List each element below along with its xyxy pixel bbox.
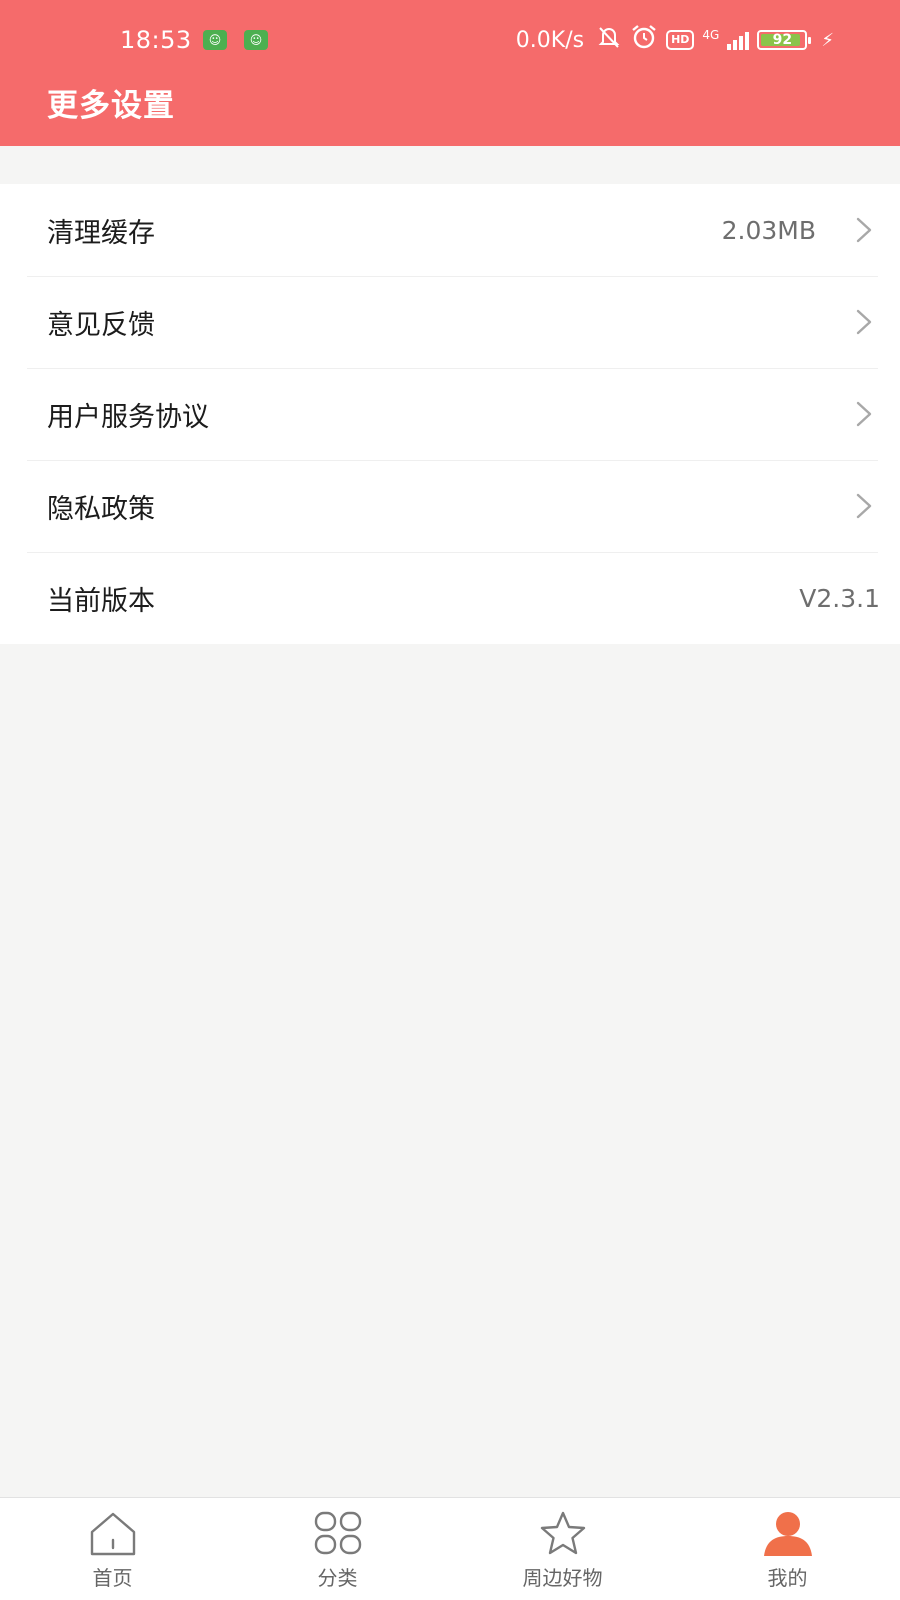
battery-level: 92 bbox=[772, 32, 793, 48]
tab-mine[interactable]: 我的 bbox=[675, 1498, 900, 1600]
settings-row-label: 清理缓存 bbox=[47, 217, 155, 249]
grid-icon bbox=[312, 1510, 364, 1558]
chevron-right-icon bbox=[850, 492, 878, 520]
settings-row-label: 用户服务协议 bbox=[47, 401, 209, 433]
tab-label: 首页 bbox=[92, 1566, 133, 1590]
app-notification-icon: ☺ bbox=[203, 30, 227, 50]
settings-row-clear-cache[interactable]: 清理缓存 2.03MB bbox=[0, 184, 900, 276]
charging-icon: ⚡ bbox=[821, 29, 834, 51]
signal-strength-icon bbox=[727, 30, 750, 50]
settings-row-label: 意见反馈 bbox=[47, 309, 155, 341]
status-indicators: 0.0K/s HD 4G 92 ⚡ bbox=[516, 24, 834, 56]
tab-home[interactable]: 首页 bbox=[0, 1498, 225, 1600]
settings-row-label: 隐私政策 bbox=[47, 493, 155, 525]
version-value: V2.3.1 bbox=[799, 583, 880, 613]
tab-label: 周边好物 bbox=[522, 1566, 603, 1590]
network-speed: 0.0K/s bbox=[515, 27, 585, 53]
chevron-right-icon bbox=[850, 308, 878, 336]
chevron-right-icon bbox=[850, 216, 878, 244]
home-icon bbox=[87, 1510, 139, 1558]
app-header: 18:53 ☺ ☺ 0.0K/s HD 4G 92 ⚡ 更多设置 bbox=[0, 0, 900, 146]
settings-list: 清理缓存 2.03MB 意见反馈 用户服务协议 隐私政策 当前版本 V2.3.1 bbox=[0, 184, 900, 644]
hd-badge: HD bbox=[666, 30, 695, 50]
mute-bell-icon bbox=[596, 24, 622, 56]
tab-label: 分类 bbox=[317, 1566, 358, 1590]
network-type: 4G bbox=[702, 28, 720, 42]
alarm-icon bbox=[630, 24, 658, 56]
settings-row-privacy-policy[interactable]: 隐私政策 bbox=[0, 460, 900, 552]
user-icon bbox=[762, 1510, 814, 1558]
star-icon bbox=[537, 1510, 589, 1558]
battery-icon: 92 bbox=[757, 30, 812, 50]
bottom-tab-bar: 首页 分类 周边好物 我的 bbox=[0, 1497, 900, 1600]
status-bar: 18:53 ☺ ☺ 0.0K/s HD 4G 92 ⚡ bbox=[0, 0, 900, 80]
chevron-right-icon bbox=[850, 400, 878, 428]
tab-category[interactable]: 分类 bbox=[225, 1498, 450, 1600]
tab-label: 我的 bbox=[767, 1566, 808, 1590]
settings-row-current-version: 当前版本 V2.3.1 bbox=[0, 552, 900, 644]
app-notification-icon: ☺ bbox=[244, 30, 268, 50]
page-title: 更多设置 bbox=[47, 88, 175, 124]
cache-size-value: 2.03MB bbox=[721, 215, 816, 245]
status-time: 18:53 bbox=[120, 26, 192, 54]
tab-nearby-goods[interactable]: 周边好物 bbox=[450, 1498, 675, 1600]
settings-row-label: 当前版本 bbox=[47, 585, 155, 617]
settings-row-feedback[interactable]: 意见反馈 bbox=[0, 276, 900, 368]
settings-row-user-agreement[interactable]: 用户服务协议 bbox=[0, 368, 900, 460]
